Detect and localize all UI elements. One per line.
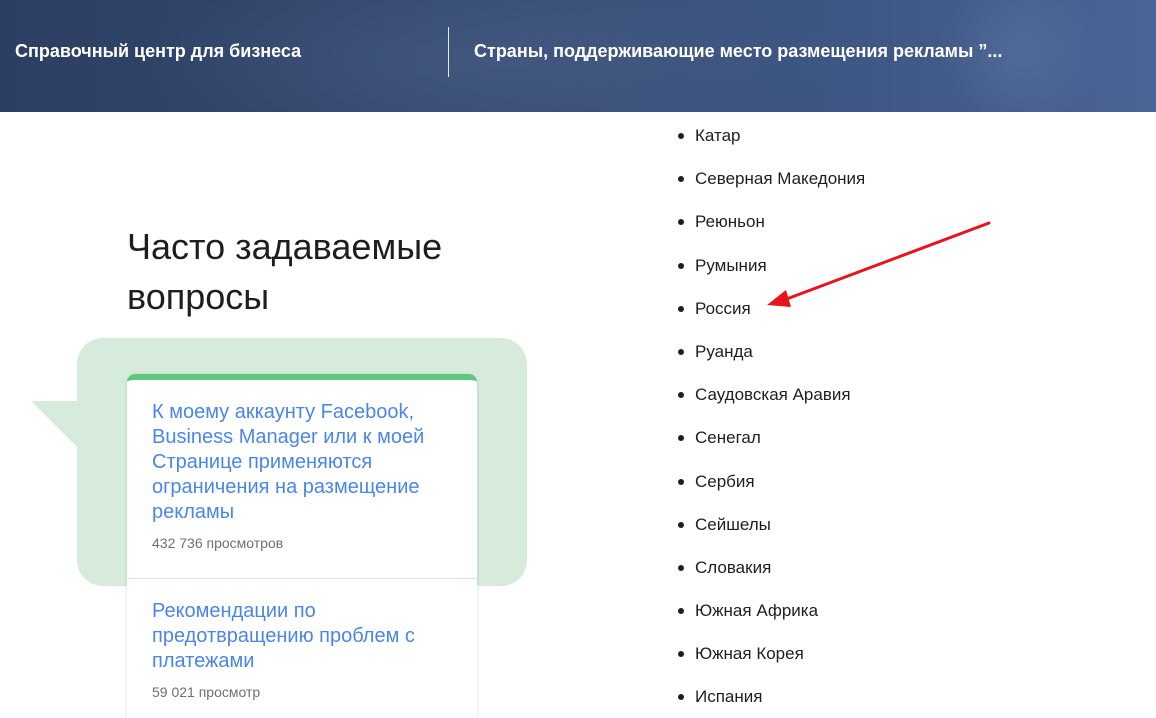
country-list-item: Россия (676, 287, 865, 330)
country-list-item: Реюньон (676, 200, 865, 243)
country-name: Румыния (695, 255, 767, 275)
faq-card[interactable]: К моему аккаунту Facebook, Business Mana… (127, 380, 477, 578)
faq-card-list: К моему аккаунту Facebook, Business Mana… (127, 374, 477, 718)
faq-card-title-link[interactable]: Рекомендации по предотвращению проблем с… (152, 599, 452, 674)
country-name: Словакия (695, 557, 772, 577)
country-name: Катар (695, 126, 741, 145)
country-list-item: Южная Африка (676, 589, 865, 632)
bullet-icon (678, 133, 684, 139)
help-center-brand-link[interactable]: Справочный центр для бизнеса (15, 41, 301, 62)
faq-card[interactable]: Рекомендации по предотвращению проблем с… (127, 578, 477, 700)
bullet-icon (678, 651, 684, 658)
country-list-item: Сенегал (676, 416, 865, 459)
bullet-icon (678, 521, 684, 528)
bullet-icon (678, 478, 684, 485)
country-name: Северная Македония (695, 169, 866, 189)
country-name: Сенегал (695, 428, 761, 448)
bullet-icon (678, 608, 684, 615)
header-divider (448, 27, 449, 77)
country-list-item: Сейшелы (676, 503, 865, 546)
country-list-item: Испания (676, 675, 865, 718)
country-list: Катар Северная Македония Реюньон Румыния… (676, 114, 865, 718)
bullet-icon (678, 348, 684, 355)
bullet-icon (678, 392, 684, 399)
country-list-item: Румыния (676, 244, 865, 287)
country-name: Саудовская Аравия (695, 385, 851, 405)
bullet-icon (678, 435, 684, 442)
country-name: Руанда (695, 341, 753, 361)
faq-card-views: 59 021 просмотр (152, 684, 261, 700)
country-name: Сейшелы (695, 514, 771, 534)
faq-card-views: 432 736 просмотров (152, 535, 284, 551)
country-list-item: Южная Корея (676, 632, 865, 675)
bullet-icon (678, 305, 684, 312)
faq-card-title-link[interactable]: К моему аккаунту Facebook, Business Mana… (152, 400, 452, 525)
site-header: Справочный центр для бизнеса Страны, под… (0, 0, 1156, 112)
country-list-item: Руанда (676, 330, 865, 373)
country-list-item: Словакия (676, 546, 865, 589)
country-list-item: Саудовская Аравия (676, 373, 865, 416)
country-list-item: Северная Македония (676, 157, 865, 200)
country-list-item: Катар (676, 114, 865, 157)
bullet-icon (678, 262, 684, 269)
country-name: Россия (695, 298, 751, 318)
bullet-icon (678, 219, 684, 226)
faq-bubble-tail (30, 400, 90, 460)
bullet-icon (678, 694, 684, 701)
country-name: Южная Корея (695, 644, 804, 664)
country-name: Испания (695, 687, 763, 707)
country-list-item: Сербия (676, 460, 865, 503)
country-name: Реюньон (695, 212, 765, 232)
country-name: Южная Африка (695, 601, 819, 621)
country-name: Сербия (695, 471, 755, 491)
faq-heading: Часто задаваемые вопросы (127, 226, 443, 317)
bullet-icon (678, 176, 684, 183)
page-title: Страны, поддерживающие место размещения … (474, 41, 1003, 61)
bullet-icon (678, 564, 684, 571)
